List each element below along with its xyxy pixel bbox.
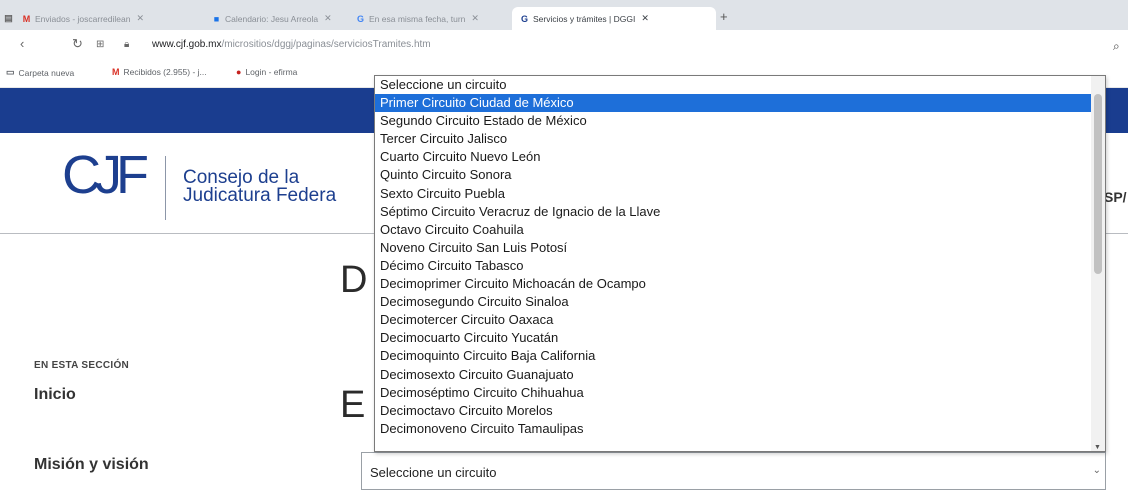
section-heading-partial: E bbox=[340, 384, 366, 426]
bookmark-recibidos[interactable]: M Recibidos (2.955) - j... bbox=[112, 67, 207, 77]
folder-icon: ▭ bbox=[6, 67, 15, 77]
dropdown-option[interactable]: Decimoquinto Circuito Baja California bbox=[375, 347, 1093, 365]
cjf-icon: G bbox=[520, 13, 528, 24]
tab-label: Enviados - joscarredilean bbox=[35, 13, 131, 24]
logo-divider bbox=[165, 156, 166, 220]
gmail-icon: M bbox=[22, 13, 31, 24]
url-field[interactable]: www.cjf.gob.mx/micrositios/dggj/paginas/… bbox=[152, 39, 431, 50]
tab-search-icon[interactable]: ⊞ bbox=[96, 39, 104, 50]
bookmark-label: Login - efirma bbox=[245, 67, 298, 77]
tab-gmail-sent[interactable]: M Enviados - joscarredilean ✕ bbox=[22, 7, 198, 30]
calendar-icon: ■ bbox=[213, 13, 220, 24]
page-root: ▤ M Enviados - joscarredilean ✕ ■ Calend… bbox=[0, 0, 1128, 490]
reload-icon[interactable]: ↻ bbox=[72, 36, 83, 52]
circuit-select[interactable]: Seleccione un circuito ⌄ bbox=[361, 452, 1106, 490]
logo-line-2: Judicatura Federa bbox=[183, 185, 337, 206]
tab-strip: ▤ M Enviados - joscarredilean ✕ ■ Calend… bbox=[0, 0, 1128, 30]
sidebar-item-inicio[interactable]: Inicio bbox=[34, 386, 76, 404]
dropdown-option[interactable]: Cuarto Circuito Nuevo León bbox=[375, 148, 1093, 166]
close-icon[interactable]: ✕ bbox=[136, 13, 144, 24]
gmail-icon: M bbox=[112, 67, 120, 77]
sidebar-heading: EN ESTA SECCIÓN bbox=[34, 360, 130, 371]
dropdown-option[interactable]: Decimonoveno Circuito Tamaulipas bbox=[375, 420, 1093, 438]
bookmark-login[interactable]: ● Login - efirma bbox=[236, 67, 297, 77]
back-icon[interactable]: ‹ bbox=[20, 36, 24, 51]
sidebar-item-mision-vision[interactable]: Misión y visión bbox=[34, 456, 149, 474]
dropdown-option[interactable]: Decimoprimer Circuito Michoacán de Ocamp… bbox=[375, 275, 1093, 293]
dropdown-option[interactable]: Decimocuarto Circuito Yucatán bbox=[375, 329, 1093, 347]
tab-label: Calendario: Jesu Arreola bbox=[225, 13, 319, 24]
dropdown-option[interactable]: Sexto Circuito Puebla bbox=[375, 185, 1093, 203]
url-host: www.cjf.gob.mx bbox=[152, 39, 222, 50]
option-list: Seleccione un circuito Primer Circuito Ci… bbox=[375, 76, 1093, 438]
cjf-logo[interactable]: CJF bbox=[62, 148, 149, 202]
chevron-down-icon: ⌄ bbox=[1092, 465, 1101, 476]
dropdown-option[interactable]: Decimotercer Circuito Oaxaca bbox=[375, 311, 1093, 329]
close-icon[interactable]: ✕ bbox=[641, 13, 649, 24]
google-icon: G bbox=[356, 13, 364, 24]
bookmark-carpeta[interactable]: ▭ Carpeta nueva bbox=[6, 67, 74, 78]
dropdown-option[interactable]: Tercer Circuito Jalisco bbox=[375, 130, 1093, 148]
dropdown-option[interactable]: Quinto Circuito Sonora bbox=[375, 166, 1093, 184]
new-tab-icon[interactable]: + bbox=[720, 9, 728, 24]
dropdown-scrollbar[interactable]: ▼ bbox=[1091, 76, 1105, 451]
close-icon[interactable]: ✕ bbox=[324, 13, 332, 24]
tab-label: Servicios y trámites | DGGI bbox=[533, 13, 636, 24]
tab-google-search[interactable]: G En esa misma fecha, turn ✕ bbox=[356, 7, 506, 30]
url-path: /micrositios/dggj/paginas/serviciosTrami… bbox=[221, 39, 431, 50]
dropdown-option[interactable]: Segundo Circuito Estado de México bbox=[375, 112, 1093, 130]
lock-icon[interactable]: 🔒︎ bbox=[124, 39, 129, 50]
dropdown-option[interactable]: Decimosegundo Circuito Sinaloa bbox=[375, 293, 1093, 311]
tab-calendar[interactable]: ■ Calendario: Jesu Arreola ✕ bbox=[212, 7, 350, 30]
scroll-down-icon[interactable]: ▼ bbox=[1094, 444, 1101, 451]
address-bar: ‹ ↻ ⊞ 🔒︎ www.cjf.gob.mx/micrositios/dggj… bbox=[0, 30, 1128, 60]
dropdown-option[interactable]: Seleccione un circuito bbox=[375, 76, 1093, 94]
dropdown-option[interactable]: Décimo Circuito Tabasco bbox=[375, 257, 1093, 275]
page-icon: ▤ bbox=[4, 13, 13, 23]
tab-label: En esa misma fecha, turn bbox=[369, 13, 466, 24]
zoom-icon[interactable]: ⌕ bbox=[1113, 39, 1120, 54]
bookmark-label: Carpeta nueva bbox=[18, 67, 75, 78]
select-value: Seleccione un circuito bbox=[370, 465, 497, 480]
nav-item-partial[interactable]: SP/ bbox=[1104, 189, 1127, 205]
dropdown-option[interactable]: Noveno Circuito San Luis Potosí bbox=[375, 239, 1093, 257]
dropdown-option[interactable]: Decimosexto Circuito Guanajuato bbox=[375, 366, 1093, 384]
login-icon: ● bbox=[236, 67, 242, 77]
page-heading-partial: D bbox=[340, 259, 368, 301]
scrollbar-thumb[interactable] bbox=[1094, 94, 1102, 274]
dropdown-option[interactable]: Primer Circuito Ciudad de México bbox=[375, 94, 1093, 113]
close-icon[interactable]: ✕ bbox=[471, 13, 479, 24]
dropdown-option[interactable]: Decimoctavo Circuito Morelos bbox=[375, 402, 1093, 420]
circuit-dropdown-list[interactable]: Seleccione un circuito Primer Circuito Ci… bbox=[374, 75, 1106, 452]
dropdown-option[interactable]: Octavo Circuito Coahuila bbox=[375, 221, 1093, 239]
dropdown-option[interactable]: Séptimo Circuito Veracruz de Ignacio de … bbox=[375, 203, 1093, 221]
bookmark-label: Recibidos (2.955) - j... bbox=[123, 67, 207, 77]
logo-text[interactable]: Consejo de la Judicatura Federa bbox=[183, 168, 337, 206]
dropdown-option[interactable]: Decimoséptimo Circuito Chihuahua bbox=[375, 384, 1093, 402]
tab-servicios-tramites[interactable]: G Servicios y trámites | DGGI ✕ bbox=[512, 7, 716, 30]
